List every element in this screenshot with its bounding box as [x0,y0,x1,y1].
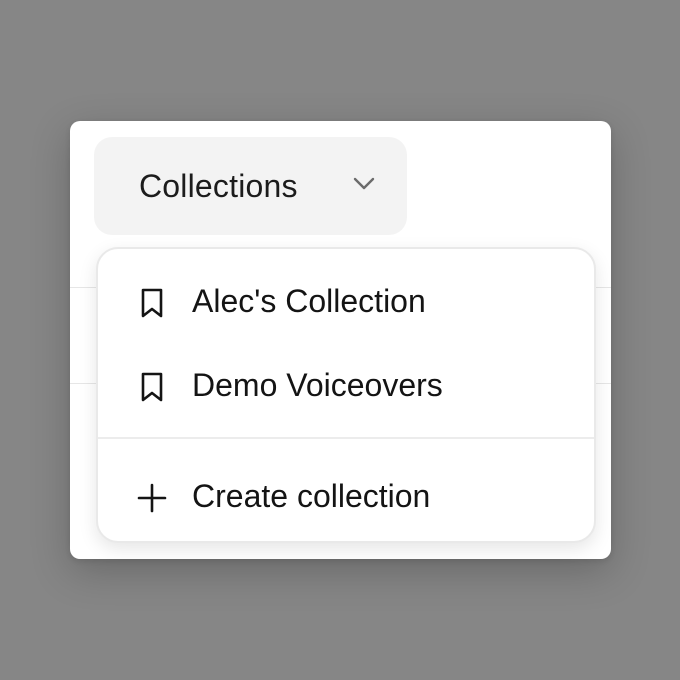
create-collection-button[interactable]: Create collection [98,462,594,532]
menu-item-alecs-collection[interactable]: Alec's Collection [98,267,594,337]
collections-dropdown-button[interactable]: Collections [94,137,407,235]
collections-panel: Collections Alec's Collection Demo Voice… [70,121,611,559]
plus-icon [137,483,167,513]
bookmark-icon [141,288,163,318]
menu-divider [98,437,594,439]
create-collection-label: Create collection [192,478,431,514]
collections-menu: Alec's Collection Demo Voiceovers Create… [96,247,596,543]
menu-item-label: Alec's Collection [192,283,426,319]
menu-item-label: Demo Voiceovers [192,367,443,403]
bookmark-icon [141,372,163,402]
chevron-down-icon [353,177,375,190]
menu-item-demo-voiceovers[interactable]: Demo Voiceovers [98,351,594,421]
collections-dropdown-label: Collections [139,167,298,204]
